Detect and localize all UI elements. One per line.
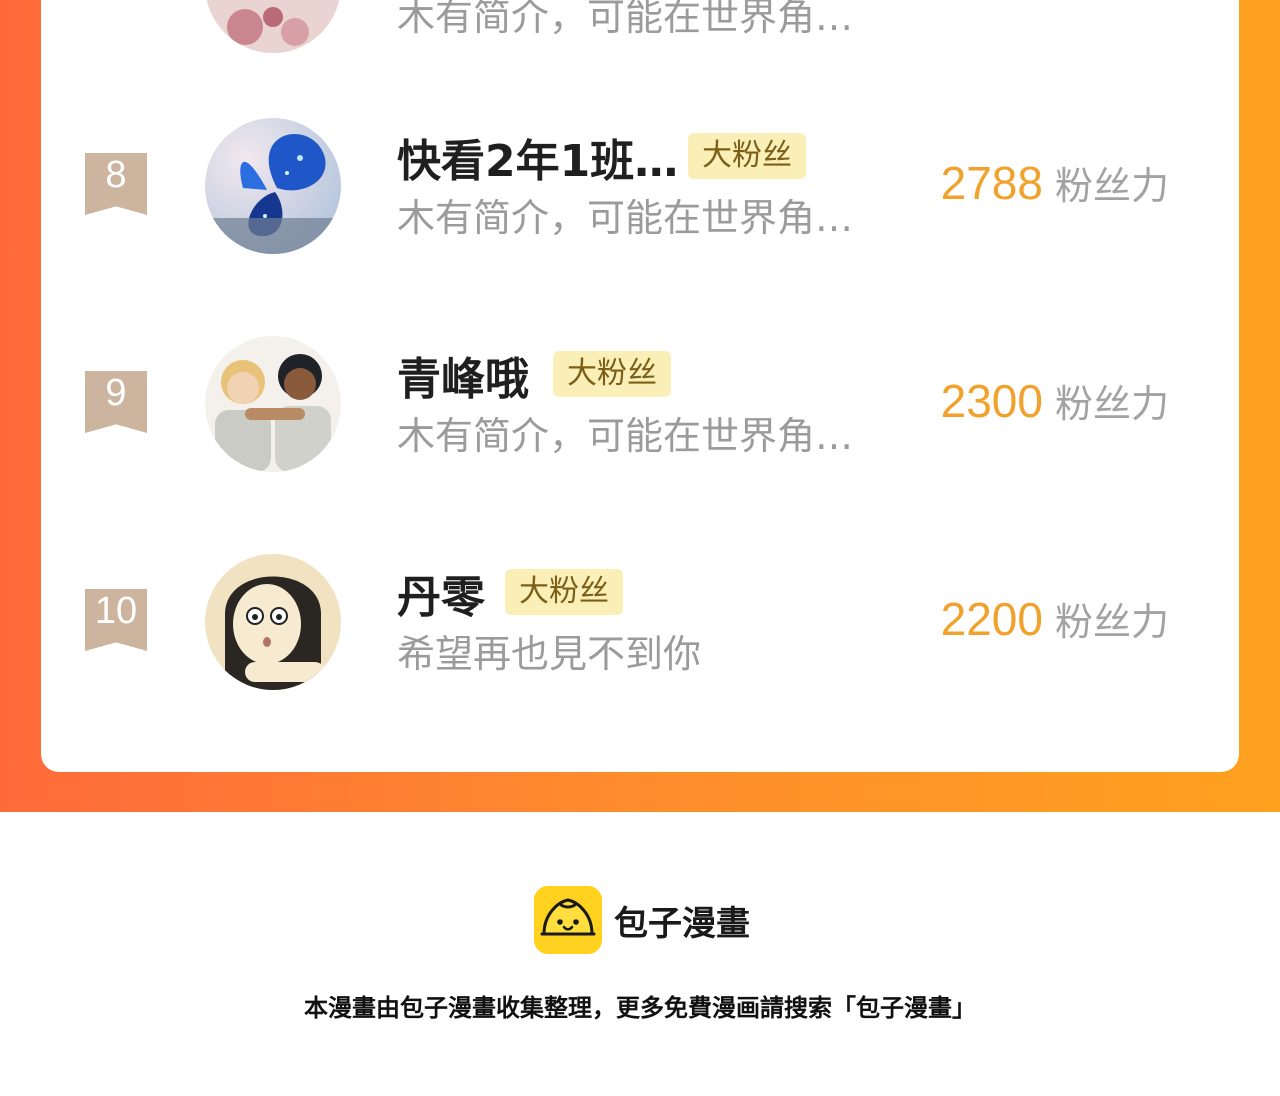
fan-badge: 大粉丝 — [688, 133, 806, 179]
ranking-banner: 木有简介，可能在世界角… 8 快看2年1班… 大粉丝 木有简介，可能在世界角… … — [0, 0, 1280, 812]
user-avatar[interactable] — [205, 118, 341, 254]
fan-power: 2200 粉丝力 — [941, 591, 1169, 646]
fan-power-unit: 粉丝力 — [1054, 600, 1169, 644]
user-avatar[interactable] — [205, 554, 341, 690]
fan-power-value: 2788 — [940, 157, 1043, 209]
fan-badge: 大粉丝 — [505, 569, 623, 615]
fan-power-unit: 粉丝力 — [1054, 164, 1169, 208]
user-name[interactable]: 青峰哦 — [397, 343, 529, 407]
ranking-row[interactable]: 9 青峰哦 大粉丝 木有简介，可能在世界角… 2300 粉丝力 — [41, 333, 1239, 493]
brand-name: 包子漫畫 — [614, 904, 750, 944]
fan-power-value: 2200 — [940, 593, 1043, 645]
ranking-row[interactable]: 木有简介，可能在世界角… — [41, 0, 1239, 74]
fan-badge: 大粉丝 — [553, 351, 671, 397]
rank-ribbon: 8 — [85, 153, 147, 215]
user-name[interactable]: 丹零 — [397, 561, 485, 625]
fan-power: 2788 粉丝力 — [941, 155, 1169, 210]
user-description: 木有简介，可能在世界角… — [397, 196, 854, 240]
fan-power: 2300 粉丝力 — [941, 373, 1169, 428]
user-description: 木有简介，可能在世界角… — [397, 414, 854, 458]
user-avatar[interactable] — [205, 336, 341, 472]
user-avatar[interactable] — [205, 0, 341, 53]
user-name[interactable]: 快看2年1班… — [397, 125, 678, 189]
rank-ribbon: 9 — [85, 371, 147, 433]
rank-ribbon: 10 — [85, 589, 147, 651]
ranking-row[interactable]: 10 丹零 大粉丝 希望再也見不到你 2200 粉丝力 — [41, 551, 1239, 711]
user-description: 希望再也見不到你 — [397, 632, 702, 676]
footer-notice: 本漫畫由包子漫畫收集整理，更多免費漫画請搜索「包子漫畫」 — [304, 994, 976, 1022]
fan-power-unit: 粉丝力 — [1054, 382, 1169, 426]
bun-logo-icon — [534, 886, 602, 954]
fan-power-value: 2300 — [940, 375, 1043, 427]
ranking-card: 木有简介，可能在世界角… 8 快看2年1班… 大粉丝 木有简介，可能在世界角… … — [41, 0, 1239, 772]
user-description: 木有简介，可能在世界角… — [397, 0, 854, 39]
ranking-row[interactable]: 8 快看2年1班… 大粉丝 木有简介，可能在世界角… 2788 粉丝力 — [41, 115, 1239, 275]
